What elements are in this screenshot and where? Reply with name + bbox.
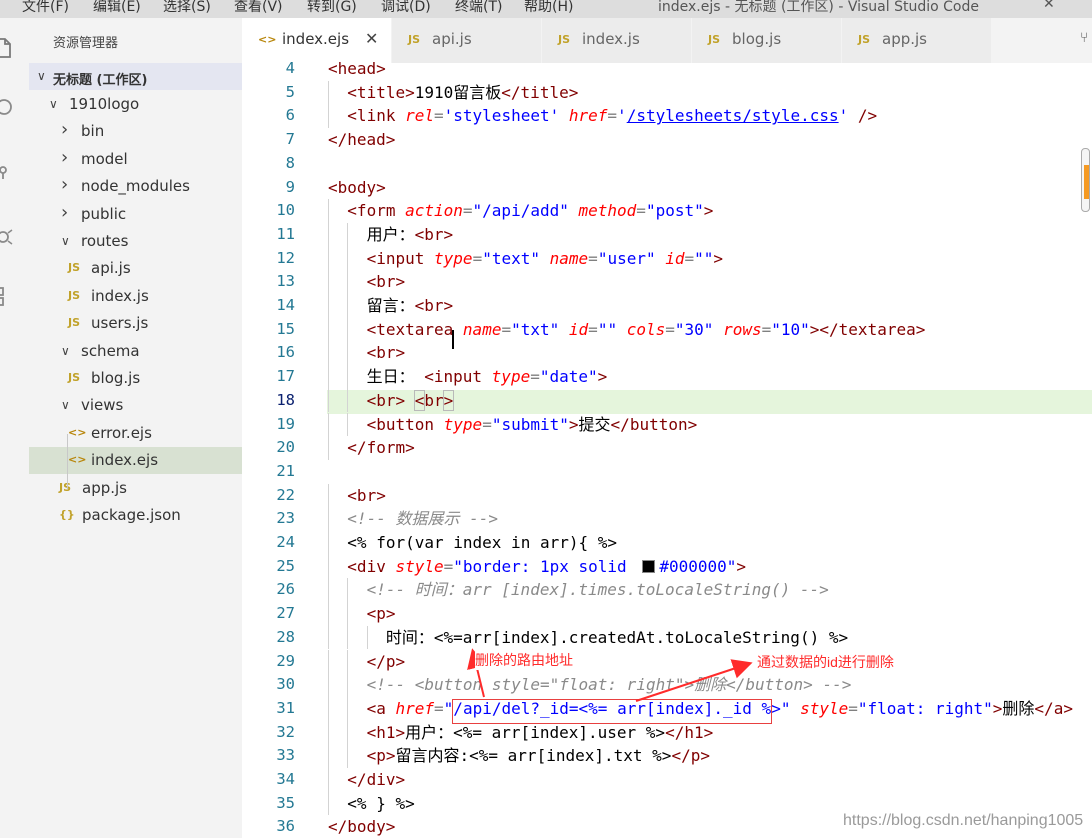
annotation-arrows — [467, 648, 753, 702]
route-note: 删除的路由地址 — [475, 650, 573, 670]
id-arrow — [635, 659, 753, 702]
watermark: https://blog.csdn.net/hanping1005 — [843, 812, 1084, 829]
id-note: 通过数据的id进行删除 — [757, 652, 894, 672]
